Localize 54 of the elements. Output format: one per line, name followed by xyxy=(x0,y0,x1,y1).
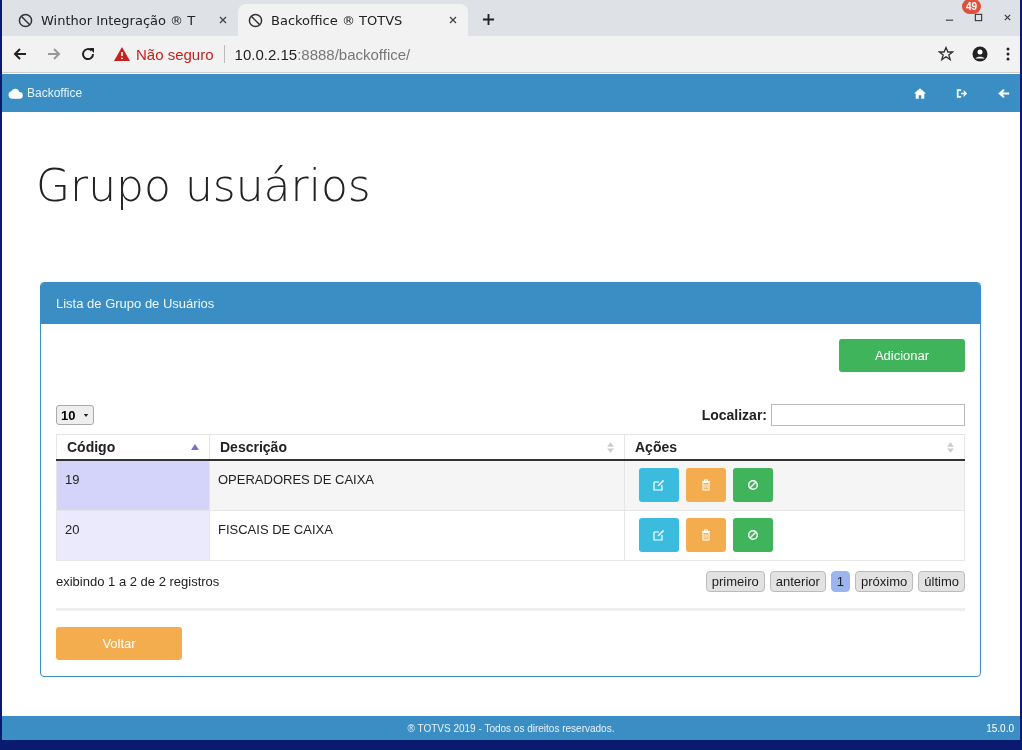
close-icon[interactable] xyxy=(218,15,228,25)
home-icon[interactable] xyxy=(914,87,926,99)
back-arrow-icon[interactable] xyxy=(998,87,1010,99)
version-text: 15.0.0 xyxy=(986,722,1014,734)
pencil-icon xyxy=(653,479,665,491)
forward-icon[interactable] xyxy=(46,46,62,62)
star-icon[interactable] xyxy=(938,46,954,62)
delete-button[interactable] xyxy=(686,517,726,552)
page-length-select[interactable]: 10 xyxy=(56,405,95,425)
browser-tab[interactable]: Backoffice ® TOTVS xyxy=(238,4,468,36)
disable-button[interactable] xyxy=(733,468,773,502)
copyright-text: ® TOTVS 2019 - Todos os direitos reservados. xyxy=(407,722,615,734)
browser-tab[interactable]: Winthor Integração ® T xyxy=(8,4,238,36)
ban-icon xyxy=(747,479,759,491)
account-icon[interactable] xyxy=(972,46,988,62)
sign-out-icon[interactable] xyxy=(956,87,968,99)
cloud-icon xyxy=(8,87,23,99)
page-icon xyxy=(18,12,33,28)
search-field[interactable] xyxy=(771,404,965,426)
pagination-button[interactable]: 1 xyxy=(830,570,851,592)
search-label: Localizar: xyxy=(701,407,767,423)
notification-badge: 49 xyxy=(962,0,982,14)
dropdown-icon xyxy=(83,412,90,418)
close-icon[interactable] xyxy=(1003,13,1012,22)
url-text: 10.0.2.15:8888/backoffice/ xyxy=(234,45,411,63)
tab-title: Winthor Integração ® T xyxy=(41,12,197,28)
sort-ascending-icon[interactable] xyxy=(191,444,199,450)
pagination-button[interactable]: próximo xyxy=(855,570,914,592)
security-warning: Não seguro xyxy=(136,45,214,63)
reload-icon[interactable] xyxy=(80,46,96,62)
page-icon xyxy=(248,12,263,28)
table-cell: 20 xyxy=(56,510,210,560)
tab-title: Backoffice ® TOTVS xyxy=(271,12,404,28)
close-icon[interactable] xyxy=(448,15,458,25)
page-title: Grupo usuários xyxy=(36,160,372,213)
table-cell: 19 xyxy=(56,460,210,510)
pencil-icon xyxy=(653,528,665,541)
ban-icon xyxy=(747,528,759,541)
pagination-button[interactable]: anterior xyxy=(769,570,826,592)
new-tab-icon[interactable] xyxy=(482,13,495,26)
table-cell: FISCAIS DE CAIXA xyxy=(209,510,625,560)
trash-icon xyxy=(700,528,712,541)
menu-icon[interactable] xyxy=(1006,46,1010,62)
warning-icon xyxy=(114,47,130,61)
back-icon[interactable] xyxy=(12,46,28,62)
panel-title: Lista de Grupo de Usuários xyxy=(56,296,215,311)
maximize-icon[interactable] xyxy=(974,13,983,22)
records-info: exibindo 1 a 2 de 2 registros xyxy=(56,573,220,589)
pagination-button[interactable]: primeiro xyxy=(705,570,765,592)
trash-icon xyxy=(700,479,712,491)
disable-button[interactable] xyxy=(733,517,773,552)
edit-button[interactable] xyxy=(639,517,679,552)
pagination-button[interactable]: último xyxy=(918,570,965,592)
table-cell: OPERADORES DE CAIXA xyxy=(209,460,625,510)
